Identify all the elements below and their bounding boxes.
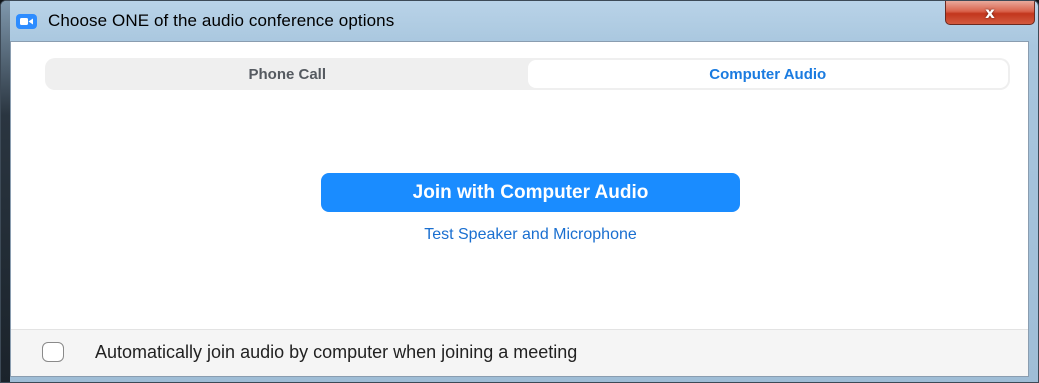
close-icon: x: [985, 3, 995, 22]
title-bar[interactable]: Choose ONE of the audio conference optio…: [10, 1, 1038, 41]
auto-join-label[interactable]: Automatically join audio by computer whe…: [95, 342, 577, 363]
audio-options-window: Choose ONE of the audio conference optio…: [0, 0, 1039, 383]
tab-computer-audio[interactable]: Computer Audio: [527, 60, 1008, 88]
tab-phone-call[interactable]: Phone Call: [47, 60, 528, 88]
window-title: Choose ONE of the audio conference optio…: [48, 11, 395, 30]
audio-tabs: Phone Call Computer Audio: [45, 58, 1010, 90]
auto-join-checkbox[interactable]: [42, 342, 64, 362]
join-computer-audio-button[interactable]: Join with Computer Audio: [321, 173, 740, 212]
dialog-content: Phone Call Computer Audio Join with Comp…: [10, 41, 1029, 377]
footer-bar: Automatically join audio by computer whe…: [11, 329, 1028, 376]
test-speaker-microphone-link[interactable]: Test Speaker and Microphone: [321, 226, 740, 244]
close-button[interactable]: x: [945, 1, 1035, 25]
window-left-edge: [1, 1, 10, 382]
zoom-camera-icon: [16, 14, 37, 29]
